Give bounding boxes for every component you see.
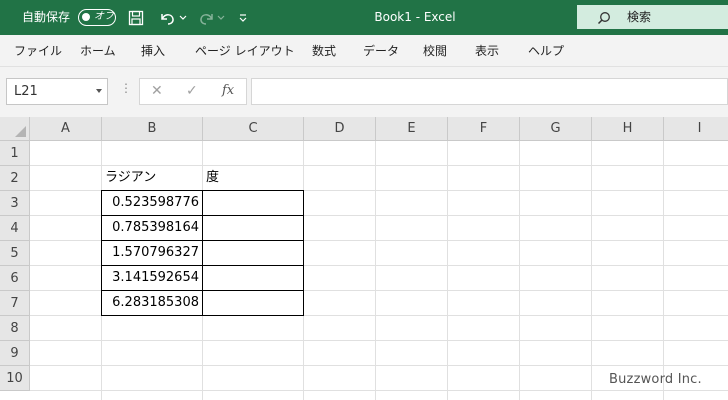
worksheet-grid[interactable]: A B C D E F G H I 1 2 3 4 5 6 7 8 9 10 ラ… xyxy=(0,117,728,400)
column-header-d[interactable]: D xyxy=(304,117,376,141)
row-header-1[interactable]: 1 xyxy=(0,141,30,166)
tab-formulas[interactable]: 数式 xyxy=(312,43,336,59)
gridline xyxy=(30,340,728,341)
search-box[interactable]: 検索 xyxy=(577,5,728,29)
cell-c6[interactable] xyxy=(202,265,304,291)
tab-insert[interactable]: 挿入 xyxy=(141,43,165,59)
row-header-4[interactable]: 4 xyxy=(0,216,30,241)
tab-review[interactable]: 校閲 xyxy=(423,43,447,59)
title-bar: 自動保存 オフ Book1 - Excel 検索 xyxy=(0,0,728,35)
formula-buttons: ✕ ✓ fx xyxy=(139,78,247,105)
column-header-i[interactable]: I xyxy=(664,117,728,141)
row-header-7[interactable]: 7 xyxy=(0,291,30,316)
cell-b3[interactable]: 0.523598776 xyxy=(101,190,203,216)
search-placeholder: 検索 xyxy=(627,10,652,24)
chevron-down-icon[interactable] xyxy=(96,89,102,93)
customize-quick-access-icon[interactable] xyxy=(236,8,250,28)
cell-c5[interactable] xyxy=(202,240,304,266)
column-header-e[interactable]: E xyxy=(376,117,448,141)
cell-b6[interactable]: 3.141592654 xyxy=(101,265,203,291)
gridline xyxy=(591,141,592,400)
window-title: Book1 - Excel xyxy=(374,10,456,24)
gridline xyxy=(663,141,664,400)
formula-bar: L21 ⋮ ✕ ✓ fx xyxy=(0,67,728,117)
cell-c3[interactable] xyxy=(202,190,304,216)
row-header-10[interactable]: 10 xyxy=(0,366,30,391)
row-header-5[interactable]: 5 xyxy=(0,241,30,266)
cell-c4[interactable] xyxy=(202,215,304,241)
redo-dropdown-icon[interactable] xyxy=(216,8,226,28)
cancel-icon[interactable]: ✕ xyxy=(151,83,163,99)
gridline xyxy=(30,365,728,366)
formula-input[interactable] xyxy=(251,78,728,105)
undo-icon[interactable] xyxy=(156,8,178,28)
row-header-3[interactable]: 3 xyxy=(0,191,30,216)
cell-c7[interactable] xyxy=(202,290,304,316)
select-all-button[interactable] xyxy=(0,117,30,141)
gridline xyxy=(447,141,448,400)
search-icon xyxy=(597,10,611,29)
redo-icon[interactable] xyxy=(196,8,218,28)
tab-file[interactable]: ファイル xyxy=(14,43,62,59)
tab-help[interactable]: ヘルプ xyxy=(528,43,564,59)
tab-view[interactable]: 表示 xyxy=(475,43,499,59)
name-box-value: L21 xyxy=(14,84,38,99)
gridline xyxy=(30,390,728,391)
row-header-6[interactable]: 6 xyxy=(0,266,30,291)
more-options-icon[interactable]: ⋮ xyxy=(120,81,132,95)
cell-c2[interactable]: 度 xyxy=(206,165,219,190)
cell-b7[interactable]: 6.283185308 xyxy=(101,290,203,316)
tab-home[interactable]: ホーム xyxy=(80,43,116,59)
column-header-b[interactable]: B xyxy=(102,117,203,141)
row-header-8[interactable]: 8 xyxy=(0,316,30,341)
cell-b5[interactable]: 1.570796327 xyxy=(101,240,203,266)
cell-b2[interactable]: ラジアン xyxy=(105,165,156,190)
cell-b4[interactable]: 0.785398164 xyxy=(101,215,203,241)
gridline xyxy=(375,141,376,400)
tab-page-layout[interactable]: ページ レイアウト xyxy=(195,43,295,59)
row-header-9[interactable]: 9 xyxy=(0,341,30,366)
column-header-a[interactable]: A xyxy=(30,117,102,141)
watermark: Buzzword Inc. xyxy=(609,372,702,387)
autosave-toggle[interactable]: オフ xyxy=(78,9,116,26)
column-header-c[interactable]: C xyxy=(203,117,304,141)
autosave-label: 自動保存 xyxy=(22,10,71,24)
toggle-knob xyxy=(82,13,90,21)
gridline xyxy=(519,141,520,400)
insert-function-icon[interactable]: fx xyxy=(222,83,234,98)
autosave-toggle-state: オフ xyxy=(94,11,114,22)
column-header-g[interactable]: G xyxy=(520,117,592,141)
ribbon-tabs: ファイル ホーム 挿入 ページ レイアウト 数式 データ 校閲 表示 ヘルプ xyxy=(0,35,728,67)
row-header-2[interactable]: 2 xyxy=(0,166,30,191)
save-icon[interactable] xyxy=(126,8,146,28)
name-box[interactable]: L21 xyxy=(6,78,108,105)
enter-icon[interactable]: ✓ xyxy=(186,83,198,99)
undo-dropdown-icon[interactable] xyxy=(178,8,188,28)
column-header-h[interactable]: H xyxy=(592,117,664,141)
column-header-f[interactable]: F xyxy=(448,117,520,141)
tab-data[interactable]: データ xyxy=(363,43,399,59)
